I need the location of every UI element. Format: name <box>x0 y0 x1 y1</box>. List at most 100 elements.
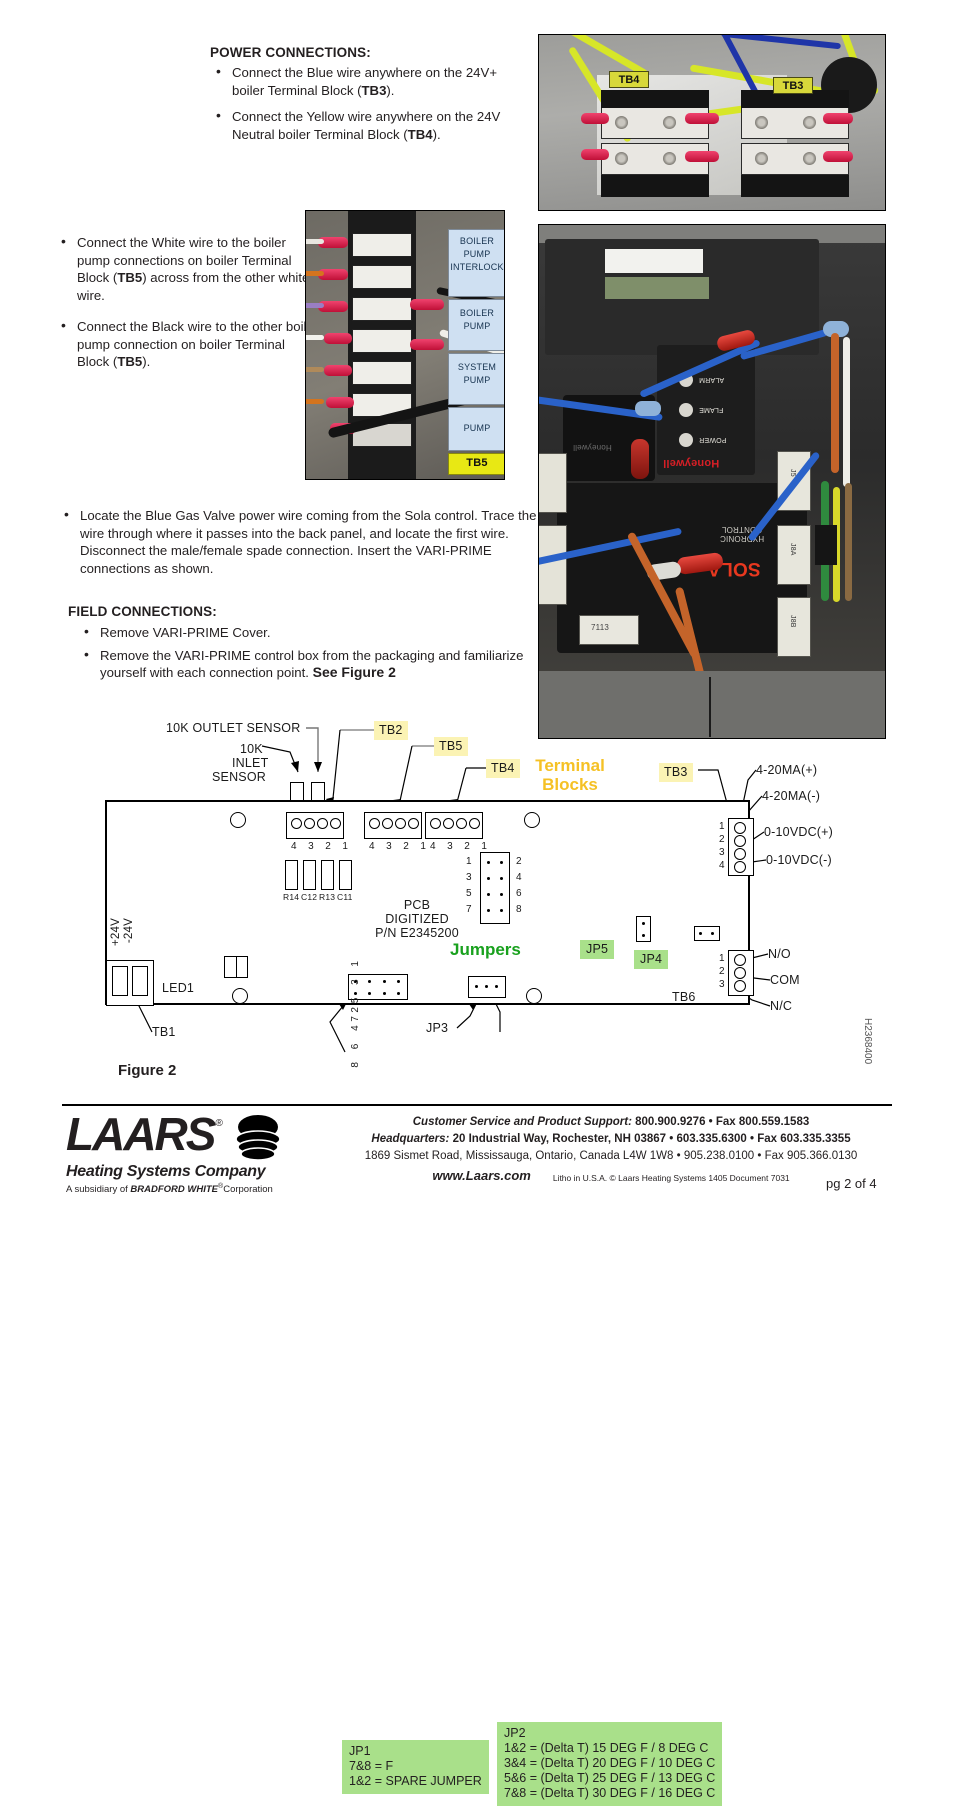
pin <box>304 818 315 829</box>
bullet-text-pre: Connect the Black wire to the other boil… <box>77 319 319 369</box>
callout-tb6: TB6 <box>672 990 696 1004</box>
photo-label-boiler-pump: BOILER PUMP <box>459 308 495 331</box>
photo-label-tb4: TB4 <box>609 71 649 88</box>
callout-0-10vdc-plus: 0-10VDC(+) <box>764 825 834 839</box>
photo-label-tb5: TB5 <box>466 457 488 469</box>
jp1-legend: JP1 7&8 = F 1&2 = SPARE JUMPER <box>342 1740 489 1794</box>
pin <box>395 818 406 829</box>
callout-4-20ma-minus: 4-20MA(-) <box>762 789 821 803</box>
photo-label-boiler-pump-interlock: BOILER PUMP INTERLOCK <box>450 236 504 272</box>
callout-nc: N/C <box>770 999 793 1013</box>
callout-com: COM <box>770 973 800 987</box>
connector-jp5 <box>636 916 651 942</box>
list-item: Connect the Blue wire anywhere on the 24… <box>210 63 510 99</box>
laars-globe-icon <box>235 1115 281 1161</box>
tb5-pin-numbers: 4 3 2 1 <box>369 841 431 852</box>
laars-subsidiary-line: A subsidiary of BRADFORD WHITE®Corporati… <box>66 1183 376 1195</box>
jumper-pin-6: 6 <box>516 888 522 899</box>
tb3-pin-2: 2 <box>719 834 725 845</box>
jp1-pins-bottom: 8 6 4 2 <box>350 1002 361 1068</box>
gas-valve-instruction-list: Locate the Blue Gas Valve power wire com… <box>58 506 538 586</box>
website-link[interactable]: www.Laars.com <box>432 1168 531 1183</box>
pcb-text-line2: DIGITIZED <box>385 912 449 926</box>
callout-jp5: JP5 <box>580 940 615 959</box>
pin <box>734 861 746 873</box>
pin <box>734 835 746 847</box>
photo-label-system-pump: SYSTEM PUMP <box>457 362 497 385</box>
pin <box>430 818 441 829</box>
tb3-pin-4: 4 <box>719 860 725 871</box>
tb4-pin-numbers: 4 3 2 1 <box>430 841 492 852</box>
component-c11 <box>339 860 352 890</box>
connector-jumper-header <box>480 852 510 924</box>
customer-service-label: Customer Service and Product Support: <box>412 1116 632 1128</box>
callout-0-10vdc-minus: 0-10VDC(-) <box>766 853 832 867</box>
page-number: pg 2 of 4 <box>826 1176 877 1191</box>
tb2-pin-numbers: 4 3 2 1 <box>291 841 353 852</box>
jumpers-label: Jumpers <box>450 940 521 959</box>
bullet-text-bold: TB4 <box>407 126 433 142</box>
subsidiary-post: Corporation <box>223 1184 273 1196</box>
callout-jp4: JP4 <box>634 950 669 969</box>
photo-label-pump: PUMP <box>463 423 491 433</box>
list-item: Remove the VARI-PRIME control box from t… <box>78 646 528 682</box>
pump-connections-list: Connect the White wire to the boiler pum… <box>55 233 320 385</box>
component-label-c11: C11 <box>337 892 353 902</box>
power-label-plus24v: +24V <box>110 918 122 946</box>
footer-contact-info: Customer Service and Product Support: 80… <box>330 1114 892 1183</box>
bullet-text-post: ). <box>386 82 395 98</box>
subsidiary-pre: A subsidiary of <box>66 1184 131 1196</box>
pin <box>382 818 393 829</box>
field-connections-list: Remove VARI-PRIME Cover. Remove the VARI… <box>78 623 528 687</box>
callout-jp3: JP3 <box>426 1021 449 1035</box>
component-label-c12: C12 <box>301 892 318 902</box>
component-label-r13: R13 <box>319 892 336 902</box>
jp2-legend: JP2 1&2 = (Delta T) 15 DEG F / 8 DEG C 3… <box>497 1722 723 1806</box>
pin <box>408 818 419 829</box>
callout-led1: LED1 <box>162 981 195 995</box>
headquarters-value: 20 Industrial Way, Rochester, NH 03867 •… <box>452 1133 851 1145</box>
pin <box>317 818 328 829</box>
photo-sola-control: ALARM FLAME POWER Honeywell Honeywell HY… <box>538 224 886 739</box>
tb3-pin-1: 1 <box>719 821 725 832</box>
photo-terminal-block-tb5: BOILER PUMP INTERLOCK BOILER PUMP SYSTEM… <box>305 210 505 480</box>
list-item: Locate the Blue Gas Valve power wire com… <box>58 506 538 577</box>
jumper-pin-8: 8 <box>516 904 522 915</box>
callout-tb3: TB3 <box>659 763 693 782</box>
list-item: Connect the White wire to the boiler pum… <box>55 233 320 304</box>
customer-service-line: Customer Service and Product Support: 80… <box>330 1114 892 1131</box>
connector-label-j8a: J8A <box>789 543 796 556</box>
photo-terminal-blocks-tb3-tb4: TB4 TB3 <box>538 34 886 211</box>
brand-honeywell: Honeywell <box>663 457 720 469</box>
component-c12 <box>303 860 316 890</box>
bullet-text-pre: Connect the Yellow wire anywhere on the … <box>232 109 501 142</box>
sola-subtitle: HYDRONIC CONTROL <box>719 525 765 543</box>
pcb-text-line1: PCB <box>403 898 431 912</box>
see-figure-reference: See Figure 2 <box>312 664 396 680</box>
field-connections-heading: FIELD CONNECTIONS: <box>68 604 217 619</box>
pin <box>734 822 746 834</box>
headquarters-line: Headquarters: 20 Industrial Way, Rochest… <box>330 1131 892 1148</box>
headquarters-label: Headquarters: <box>371 1133 450 1145</box>
jumper-pin-4: 4 <box>516 872 522 883</box>
list-item: Connect the Black wire to the other boil… <box>55 317 320 371</box>
bullet-text-bold: TB3 <box>361 82 387 98</box>
jumper-pin-1: 1 <box>466 856 472 867</box>
tb6-pin-2: 2 <box>719 966 725 977</box>
pin <box>456 818 467 829</box>
bullet-text-bold: TB5 <box>117 354 143 369</box>
led-label-alarm: ALARM <box>699 376 725 383</box>
list-item: Remove VARI-PRIME Cover. <box>78 623 528 642</box>
figure-2-diagram: 10K OUTLET SENSOR 10K INLET SENSOR TB2 T… <box>0 700 954 1806</box>
jumper-pin-2: 2 <box>516 856 522 867</box>
mounting-hole <box>526 988 542 1004</box>
power-label-minus24v: -24V <box>123 918 135 944</box>
document-code: H2368400 <box>862 1018 873 1065</box>
power-connections-heading: POWER CONNECTIONS: <box>210 45 371 60</box>
connector-jp4 <box>694 926 720 941</box>
bullet-text-bold: TB5 <box>117 270 143 285</box>
terminal-blocks-title-line2: Blocks <box>542 775 598 794</box>
board-code: 7113 <box>591 623 610 632</box>
customer-service-value: 800.900.9276 • Fax 800.559.1583 <box>635 1116 810 1128</box>
power-connections-list: Connect the Blue wire anywhere on the 24… <box>210 63 510 152</box>
